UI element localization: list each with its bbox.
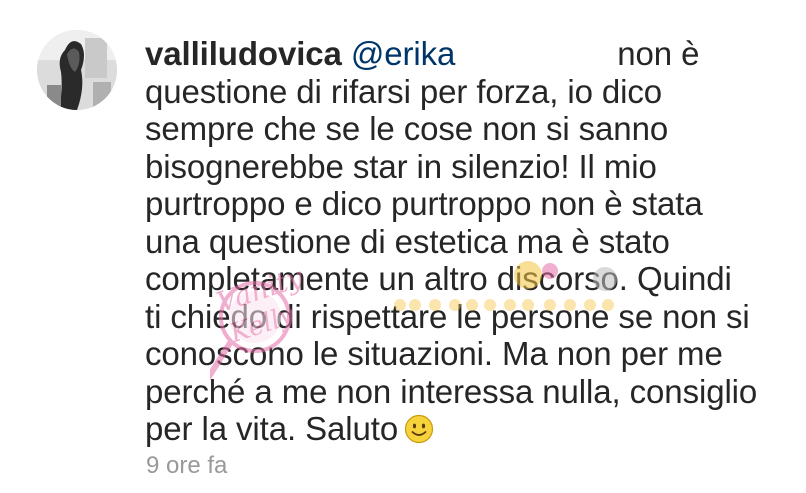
comment-timestamp: 9 ore fa	[146, 452, 228, 479]
comment-line: per la vita. Saluto	[145, 410, 790, 448]
comment-line: perché a me non interessa nulla, consigl…	[145, 372, 758, 410]
comment-line-text: per la vita. Saluto	[145, 410, 399, 447]
comment-line-text: non è	[617, 35, 700, 72]
avatar[interactable]	[37, 30, 117, 110]
slightly-smiling-face-icon	[404, 414, 434, 444]
comment-line: questione di rifarsi per forza, io dico	[145, 72, 663, 110]
avatar-photo	[37, 30, 117, 110]
comment-line: conoscono le situazioni. Ma non per me	[145, 335, 723, 372]
comment-line: una questione di estetica ma è stato	[145, 222, 670, 260]
comment-text: valliludovica @erika non è questione di r…	[145, 35, 790, 448]
username-link[interactable]: valliludovica	[145, 35, 342, 72]
comment-line: sempre che se le cose non si sanno	[145, 110, 669, 147]
comment-line: valliludovica @erika non è	[145, 35, 790, 73]
comment-line: bisognerebbe star in silenzio! Il mio	[145, 147, 657, 185]
mention-link[interactable]: @erika	[351, 35, 456, 72]
comment-line: ti chiedo di rispettare le persone se no…	[145, 297, 750, 335]
comment-line: purtroppo e dico purtroppo non è stata	[145, 185, 703, 222]
comment-item: valliludovica @erika non è questione di r…	[0, 0, 806, 493]
comment-line: completamente un altro discorso. Quindi	[145, 260, 732, 297]
